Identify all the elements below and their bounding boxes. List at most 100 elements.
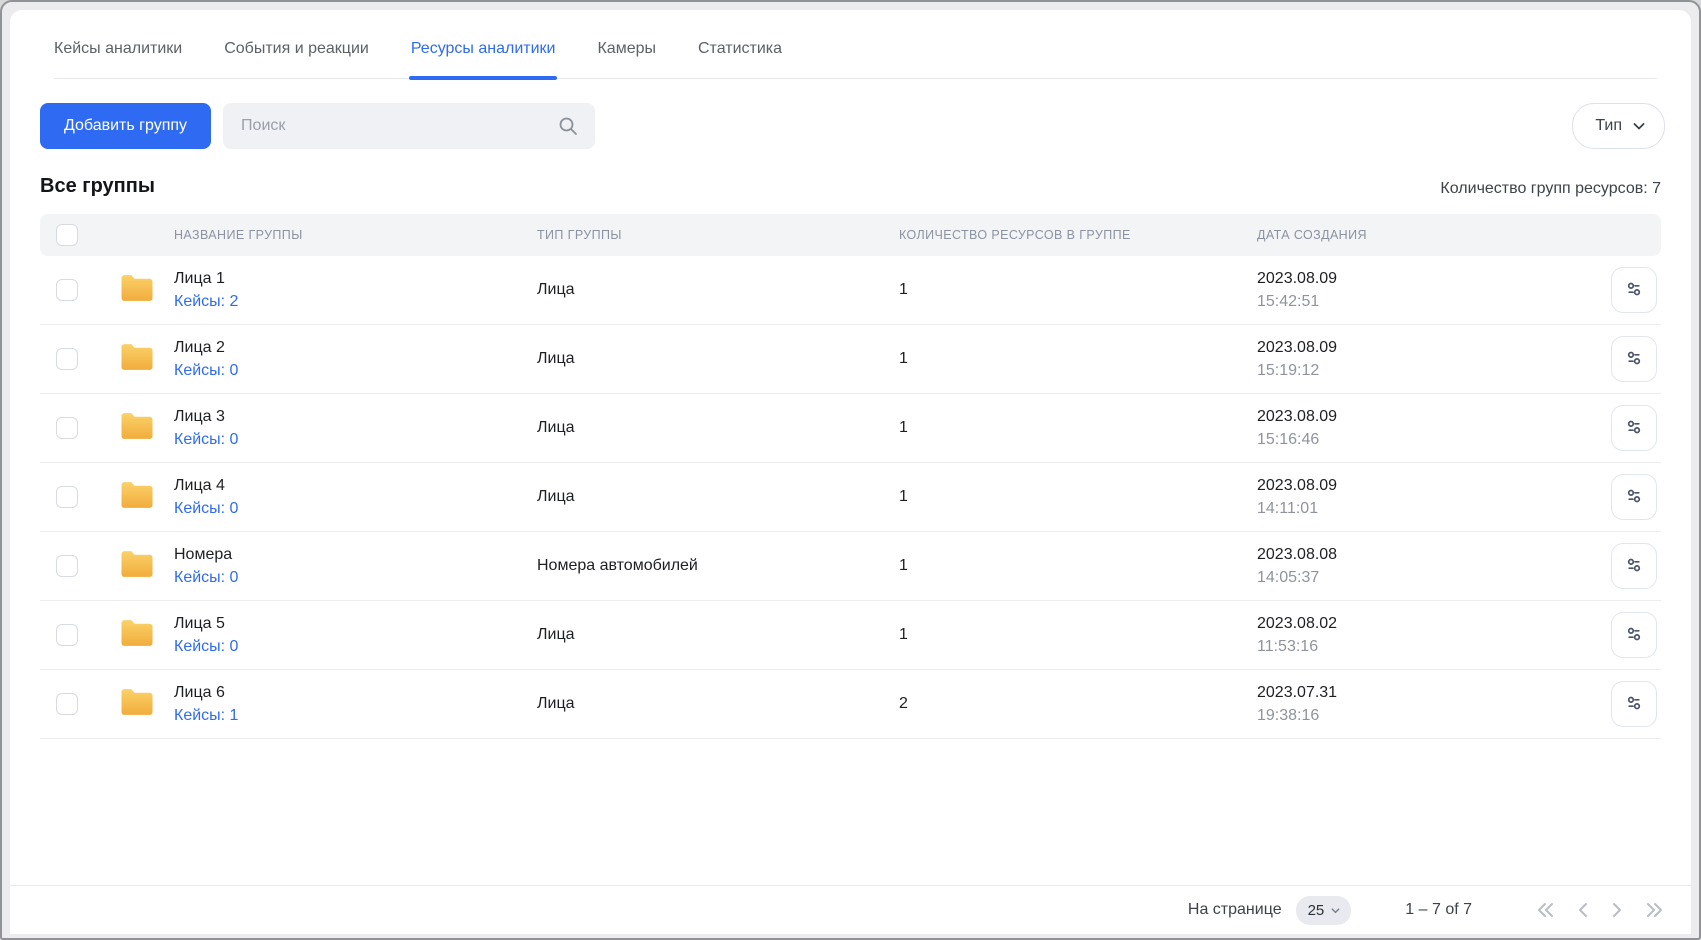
creation-time: 15:19:12 bbox=[1257, 359, 1547, 382]
table-row: Лица 6 Кейсы: 1 Лица 2 2023.07.31 19:38:… bbox=[40, 670, 1661, 739]
settings-icon bbox=[1624, 348, 1644, 371]
window-frame: Кейсы аналитики События и реакции Ресурс… bbox=[0, 0, 1701, 940]
column-header-type: ТИП ГРУППЫ bbox=[537, 228, 899, 242]
row-checkbox[interactable] bbox=[56, 279, 78, 301]
group-name: Номера bbox=[174, 543, 238, 566]
creation-time: 15:42:51 bbox=[1257, 290, 1547, 313]
creation-date: 2023.08.09 bbox=[1257, 336, 1547, 359]
creation-time: 19:38:16 bbox=[1257, 704, 1547, 727]
group-cases-link[interactable]: Кейсы: 2 bbox=[174, 290, 238, 313]
tab-analytics-resources[interactable]: Ресурсы аналитики bbox=[411, 40, 556, 78]
tab-analytics-cases[interactable]: Кейсы аналитики bbox=[54, 40, 182, 78]
folder-icon bbox=[120, 411, 154, 446]
per-page-select[interactable]: 25 bbox=[1296, 896, 1352, 925]
group-name: Лица 4 bbox=[174, 474, 238, 497]
groups-table: НАЗВАНИЕ ГРУППЫ ТИП ГРУППЫ КОЛИЧЕСТВО РЕ… bbox=[40, 214, 1661, 739]
row-settings-button[interactable] bbox=[1611, 336, 1657, 382]
search-input[interactable] bbox=[239, 116, 557, 136]
row-checkbox[interactable] bbox=[56, 417, 78, 439]
resource-count: 1 bbox=[899, 350, 1257, 368]
group-type: Лица bbox=[537, 695, 899, 713]
toolbar: Добавить группу Тип bbox=[40, 103, 1665, 149]
first-page-button[interactable] bbox=[1534, 900, 1556, 920]
group-name: Лица 5 bbox=[174, 612, 238, 635]
creation-date: 2023.08.09 bbox=[1257, 405, 1547, 428]
row-checkbox[interactable] bbox=[56, 555, 78, 577]
row-settings-button[interactable] bbox=[1611, 405, 1657, 451]
group-name: Лица 1 bbox=[174, 267, 238, 290]
tab-bar: Кейсы аналитики События и реакции Ресурс… bbox=[10, 10, 1691, 79]
row-checkbox[interactable] bbox=[56, 624, 78, 646]
creation-date: 2023.08.02 bbox=[1257, 612, 1547, 635]
group-type: Лица bbox=[537, 281, 899, 299]
settings-icon bbox=[1624, 279, 1644, 302]
table-header: НАЗВАНИЕ ГРУППЫ ТИП ГРУППЫ КОЛИЧЕСТВО РЕ… bbox=[40, 214, 1661, 256]
row-checkbox[interactable] bbox=[56, 693, 78, 715]
type-filter-label: Тип bbox=[1595, 117, 1622, 135]
resource-count: 1 bbox=[899, 281, 1257, 299]
group-type: Номера автомобилей bbox=[537, 557, 899, 575]
group-name: Лица 6 bbox=[174, 681, 238, 704]
group-cases-link[interactable]: Кейсы: 0 bbox=[174, 428, 238, 451]
per-page-label: На странице bbox=[1188, 901, 1282, 919]
group-type: Лица bbox=[537, 626, 899, 644]
folder-icon bbox=[120, 549, 154, 584]
page-range: 1 – 7 of 7 bbox=[1405, 901, 1472, 919]
row-checkbox[interactable] bbox=[56, 348, 78, 370]
creation-time: 14:11:01 bbox=[1257, 497, 1547, 520]
tab-statistics[interactable]: Статистика bbox=[698, 40, 782, 78]
prev-page-icon bbox=[1576, 900, 1590, 920]
resource-count: 1 bbox=[899, 626, 1257, 644]
search-box[interactable] bbox=[223, 103, 595, 149]
creation-date: 2023.08.09 bbox=[1257, 267, 1547, 290]
column-header-name: НАЗВАНИЕ ГРУППЫ bbox=[102, 228, 537, 242]
resource-group-count: Количество групп ресурсов: 7 bbox=[1440, 180, 1661, 198]
resource-count: 1 bbox=[899, 488, 1257, 506]
group-name: Лица 2 bbox=[174, 336, 238, 359]
prev-page-button[interactable] bbox=[1576, 900, 1590, 920]
row-checkbox[interactable] bbox=[56, 486, 78, 508]
resource-count: 2 bbox=[899, 695, 1257, 713]
folder-icon bbox=[120, 687, 154, 722]
table-row: Лица 4 Кейсы: 0 Лица 1 2023.08.09 14:11:… bbox=[40, 463, 1661, 532]
table-row: Лица 2 Кейсы: 0 Лица 1 2023.08.09 15:19:… bbox=[40, 325, 1661, 394]
folder-icon bbox=[120, 342, 154, 377]
row-settings-button[interactable] bbox=[1611, 681, 1657, 727]
settings-icon bbox=[1624, 624, 1644, 647]
column-header-created: ДАТА СОЗДАНИЯ bbox=[1257, 228, 1547, 242]
tab-cameras[interactable]: Камеры bbox=[597, 40, 656, 78]
last-page-button[interactable] bbox=[1644, 900, 1666, 920]
type-filter-dropdown[interactable]: Тип bbox=[1572, 103, 1665, 149]
add-group-button[interactable]: Добавить группу bbox=[40, 103, 211, 149]
group-name: Лица 3 bbox=[174, 405, 238, 428]
group-type: Лица bbox=[537, 419, 899, 437]
pagination-bar: На странице 25 1 – 7 of 7 bbox=[10, 885, 1691, 934]
table-row: Лица 1 Кейсы: 2 Лица 1 2023.08.09 15:42:… bbox=[40, 256, 1661, 325]
page-title: Все группы bbox=[40, 175, 155, 198]
group-cases-link[interactable]: Кейсы: 0 bbox=[174, 566, 238, 589]
first-page-icon bbox=[1534, 900, 1556, 920]
row-settings-button[interactable] bbox=[1611, 543, 1657, 589]
creation-date: 2023.07.31 bbox=[1257, 681, 1547, 704]
resource-count: 1 bbox=[899, 557, 1257, 575]
row-settings-button[interactable] bbox=[1611, 267, 1657, 313]
group-type: Лица bbox=[537, 488, 899, 506]
search-icon bbox=[557, 115, 579, 137]
chevron-down-icon bbox=[1330, 905, 1341, 916]
group-cases-link[interactable]: Кейсы: 1 bbox=[174, 704, 238, 727]
group-cases-link[interactable]: Кейсы: 0 bbox=[174, 635, 238, 658]
select-all-checkbox[interactable] bbox=[56, 224, 78, 246]
settings-icon bbox=[1624, 486, 1644, 509]
tab-events-reactions[interactable]: События и реакции bbox=[224, 40, 369, 78]
group-cases-link[interactable]: Кейсы: 0 bbox=[174, 359, 238, 382]
per-page-value: 25 bbox=[1308, 902, 1325, 919]
creation-date: 2023.08.08 bbox=[1257, 543, 1547, 566]
row-settings-button[interactable] bbox=[1611, 474, 1657, 520]
chevron-down-icon bbox=[1632, 119, 1646, 133]
folder-icon bbox=[120, 618, 154, 653]
group-cases-link[interactable]: Кейсы: 0 bbox=[174, 497, 238, 520]
table-row: Номера Кейсы: 0 Номера автомобилей 1 202… bbox=[40, 532, 1661, 601]
folder-icon bbox=[120, 273, 154, 308]
next-page-button[interactable] bbox=[1610, 900, 1624, 920]
row-settings-button[interactable] bbox=[1611, 612, 1657, 658]
